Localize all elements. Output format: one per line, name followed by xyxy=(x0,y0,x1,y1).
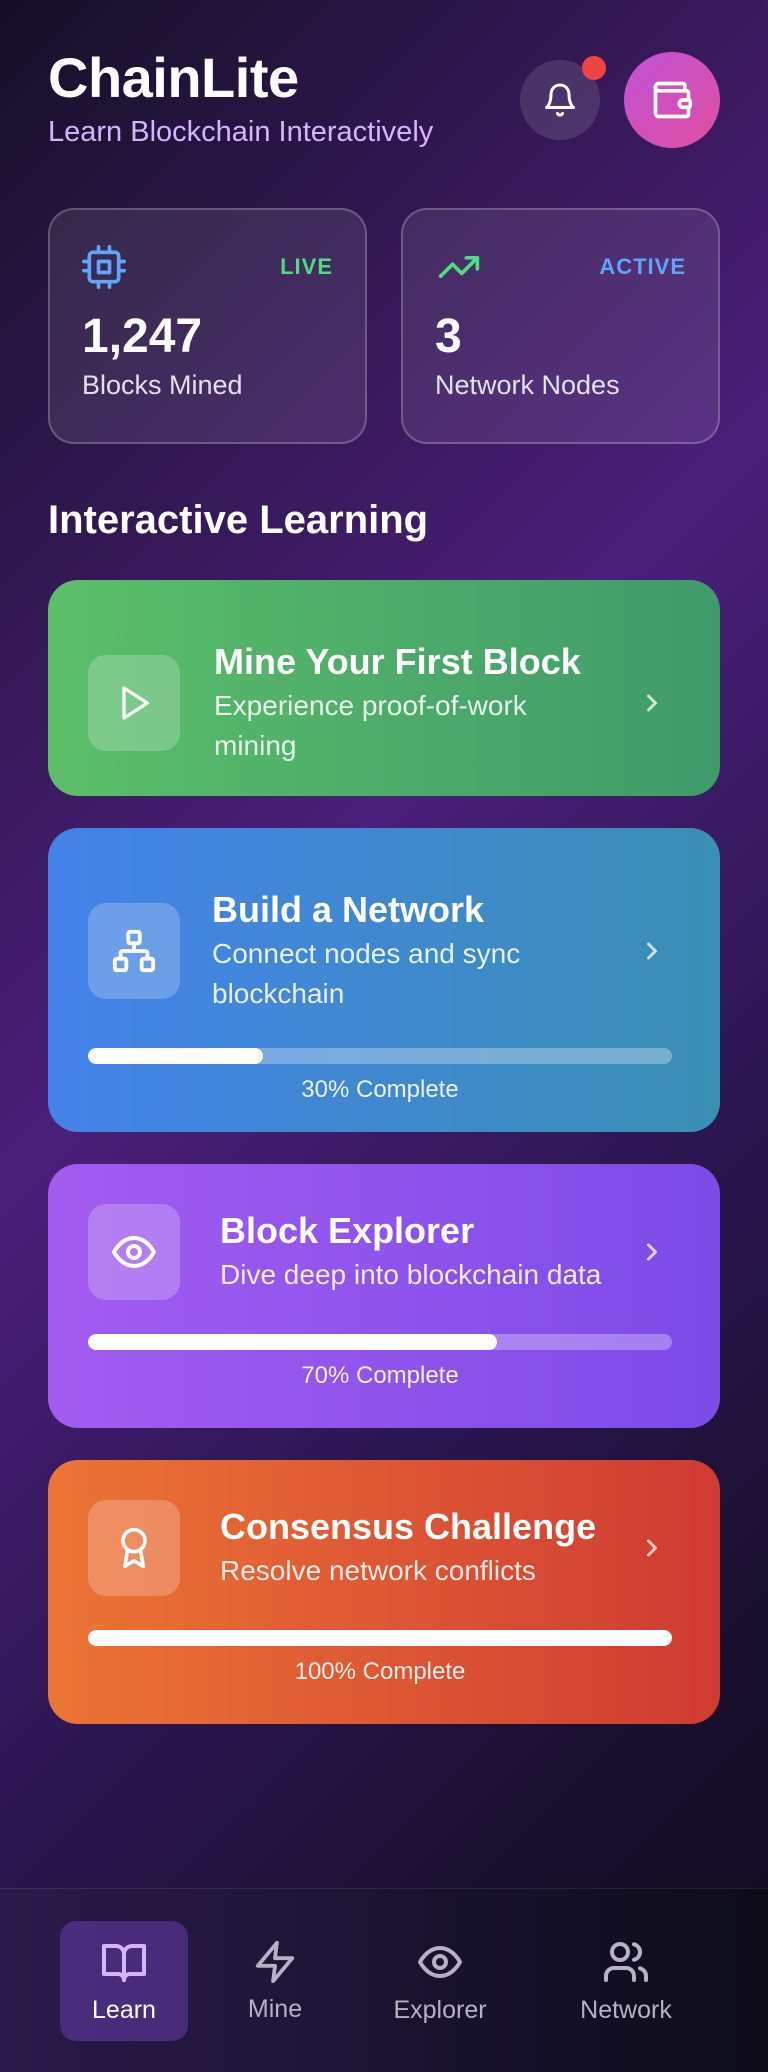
wallet-button[interactable] xyxy=(624,52,720,148)
stat-card-blocks: LIVE 1,247 Blocks Mined xyxy=(48,208,367,444)
book-icon xyxy=(102,1943,146,1982)
play-icon xyxy=(122,686,149,720)
nav-item-mine[interactable]: Mine xyxy=(220,1921,330,2041)
network-nodes-value: 3 xyxy=(435,310,462,363)
progress-bar xyxy=(88,1630,672,1646)
lesson-title: Mine Your First Block xyxy=(214,641,581,682)
lesson-card-consensus-challenge[interactable]: Consensus Challenge Resolve network conf… xyxy=(48,1460,720,1724)
stats-row: LIVE 1,247 Blocks Mined ACTIVE 3 Network… xyxy=(48,208,720,444)
trending-up-icon xyxy=(438,255,480,278)
lesson-description: Dive deep into blockchain data xyxy=(220,1259,602,1290)
progress-bar xyxy=(88,1048,672,1064)
progress-label: 100% Complete xyxy=(294,1658,466,1685)
section-title: Interactive Learning xyxy=(48,498,429,542)
zap-icon xyxy=(255,1940,295,1983)
app: ChainLite Learn Blockchain Interactively xyxy=(0,0,768,2072)
lesson-card-block-explorer[interactable]: Block Explorer Dive deep into blockchain… xyxy=(48,1164,720,1428)
users-icon xyxy=(604,1941,648,1982)
nav-label: Mine xyxy=(247,1994,303,2023)
nav-item-network[interactable]: Network xyxy=(566,1921,686,2041)
award-icon xyxy=(121,1527,147,1569)
header-actions xyxy=(520,52,720,148)
chevron-right-icon xyxy=(632,683,672,723)
chevron-right-icon xyxy=(632,1232,672,1272)
nav-item-explorer[interactable]: Explorer xyxy=(380,1921,500,2041)
lesson-description: Resolve network conflicts xyxy=(220,1555,536,1586)
eye-icon xyxy=(418,1945,462,1978)
lesson-icon-box xyxy=(88,1204,180,1300)
active-badge: ACTIVE xyxy=(599,254,686,279)
nav-item-learn[interactable]: Learn xyxy=(60,1921,188,2041)
chevron-right-icon xyxy=(632,931,672,971)
lesson-description: Experience proof-of-work mining xyxy=(214,690,527,761)
bell-icon xyxy=(545,83,575,117)
progress-fill xyxy=(88,1334,497,1350)
nav-label: Learn xyxy=(92,1995,156,2024)
lesson-icon-box xyxy=(88,655,180,751)
progress-fill xyxy=(88,1048,264,1064)
live-badge: LIVE xyxy=(280,254,333,279)
lesson-icon-box xyxy=(88,903,180,999)
notification-dot xyxy=(582,56,606,80)
lesson-card-build-network[interactable]: Build a Network Connect nodes and sync b… xyxy=(48,828,720,1132)
lesson-title: Consensus Challenge xyxy=(220,1506,597,1547)
header: ChainLite Learn Blockchain Interactively xyxy=(48,46,720,156)
nav-label: Explorer xyxy=(393,1995,487,2024)
wallet-icon xyxy=(653,81,693,119)
bottom-nav: Learn Mine Explorer Network xyxy=(0,1888,768,2072)
network-icon xyxy=(112,929,156,973)
eye-icon xyxy=(112,1236,156,1268)
network-nodes-label: Network Nodes xyxy=(435,370,620,400)
progress-label: 70% Complete xyxy=(301,1362,459,1389)
lesson-icon-box xyxy=(88,1500,180,1596)
blocks-mined-label: Blocks Mined xyxy=(82,370,243,400)
cpu-icon xyxy=(82,245,126,289)
lesson-description: Connect nodes and sync blockchain xyxy=(212,938,521,1009)
notifications-button[interactable] xyxy=(520,56,606,140)
blocks-mined-value: 1,247 xyxy=(82,310,203,363)
lesson-card-mine-first-block[interactable]: Mine Your First Block Experience proof-o… xyxy=(48,580,720,796)
chevron-right-icon xyxy=(632,1528,672,1568)
lesson-title: Block Explorer xyxy=(220,1210,475,1251)
stat-card-nodes: ACTIVE 3 Network Nodes xyxy=(401,208,720,444)
progress-label: 30% Complete xyxy=(301,1076,459,1103)
progress-fill xyxy=(88,1630,672,1646)
lesson-title: Build a Network xyxy=(212,889,485,930)
progress-bar xyxy=(88,1334,672,1350)
nav-label: Network xyxy=(580,1995,672,2024)
